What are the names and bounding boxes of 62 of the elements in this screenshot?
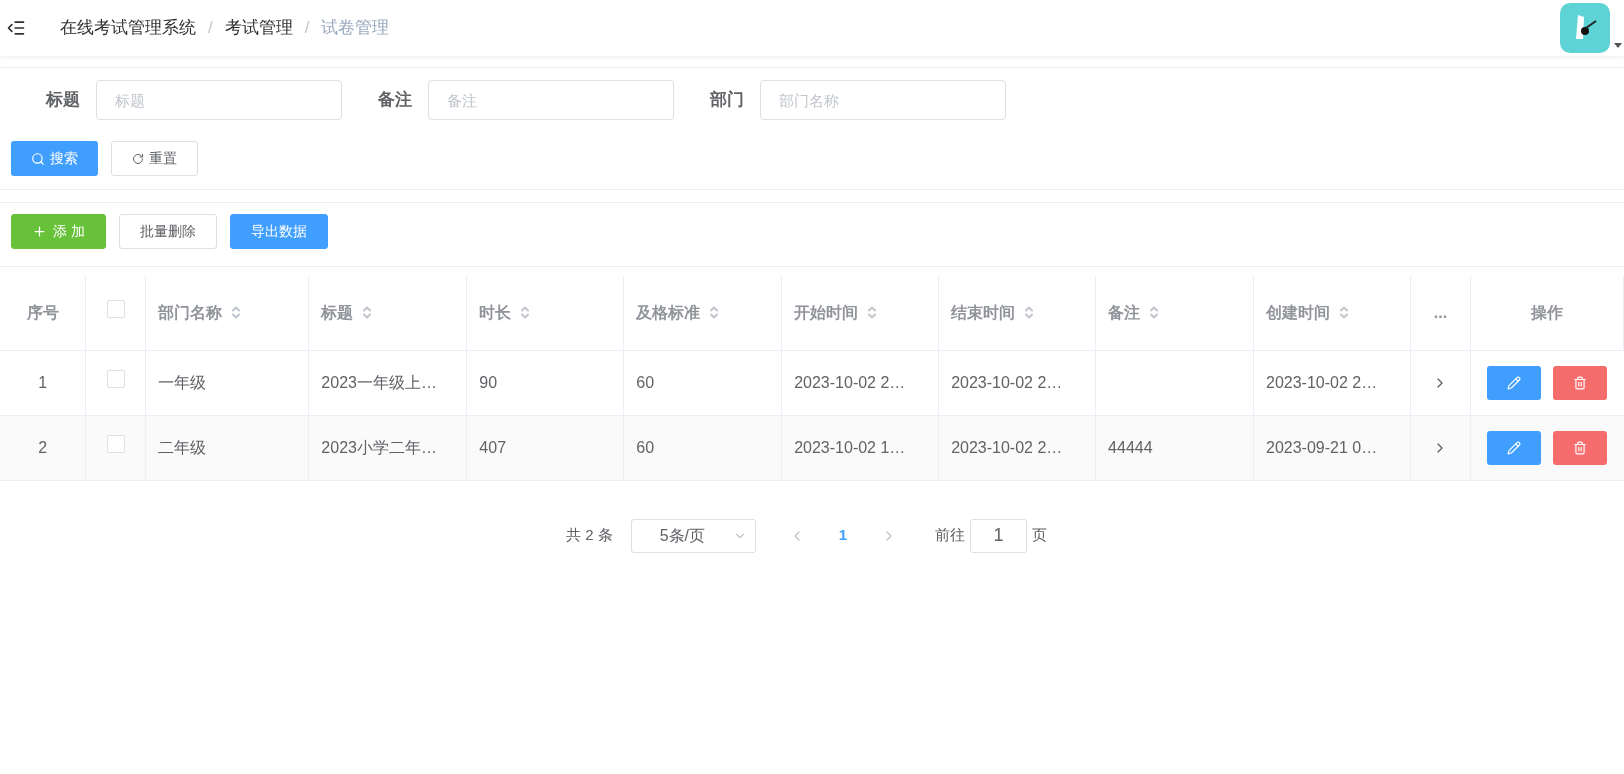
trash-icon: [1573, 375, 1588, 390]
table-cell: 60: [623, 415, 782, 480]
table-cell: 44444: [1095, 415, 1254, 480]
goto-suffix: 页: [1032, 525, 1048, 546]
filter-label: 标题: [46, 89, 81, 112]
column-header: 结束时间: [938, 276, 1096, 350]
table-cell: 2023-10-02 2…: [781, 350, 939, 415]
delete-button[interactable]: [1553, 430, 1608, 465]
table-cell: 二年级: [145, 415, 309, 480]
table-cell: 2: [0, 415, 86, 480]
breadcrumb-item[interactable]: 考试管理: [224, 15, 293, 41]
filter-label: 备注: [378, 89, 413, 112]
refresh-icon: [132, 152, 144, 165]
checkbox[interactable]: [106, 435, 125, 453]
table-cell: 60: [623, 350, 782, 415]
checkbox[interactable]: [106, 370, 125, 388]
filter-label: 部门: [710, 89, 745, 112]
page-size-select[interactable]: 5条/页: [630, 518, 756, 553]
table-cell: 1: [0, 350, 86, 415]
column-header: 部门名称: [145, 276, 309, 350]
breadcrumb-item[interactable]: 在线考试管理系统: [60, 15, 196, 41]
column-header: 标题: [308, 276, 467, 350]
menu-icon[interactable]: [6, 18, 26, 38]
edit-button[interactable]: [1487, 430, 1542, 465]
column-header: ...: [1410, 276, 1471, 350]
checkbox[interactable]: [106, 300, 125, 319]
table-cell: 90: [466, 350, 624, 415]
table-cell: 407: [466, 415, 624, 480]
page-jump-field[interactable]: 1: [970, 518, 1028, 553]
table-cell: 2023-09-21 0…: [1253, 415, 1411, 480]
avatar[interactable]: [1560, 3, 1610, 53]
table-cell: 2023-10-02 2…: [938, 415, 1096, 480]
plus-icon: [32, 224, 47, 239]
table-cell: 2023-10-02 2…: [938, 350, 1096, 415]
search-icon: [31, 151, 45, 166]
total-count: 共 2 条: [566, 525, 613, 546]
delete-button[interactable]: [1553, 365, 1608, 400]
table-cell: 2023-10-02 2…: [1253, 350, 1411, 415]
column-header: 开始时间: [781, 276, 939, 350]
column-header: 备注: [1095, 276, 1254, 350]
edit-button[interactable]: [1487, 365, 1542, 400]
column-header: 操作: [1470, 276, 1624, 350]
column-header: 及格标准: [623, 276, 782, 350]
breadcrumb-separator: /: [304, 17, 310, 40]
filter-field[interactable]: 备注: [428, 80, 674, 120]
column-header: 时长: [466, 276, 624, 350]
table-cell: 一年级: [145, 350, 309, 415]
breadcrumb-separator: /: [208, 17, 213, 40]
column-header: 创建时间: [1253, 276, 1411, 350]
table-cell: 2023-10-02 1…: [781, 415, 939, 480]
filter-field[interactable]: 标题: [96, 80, 342, 120]
table-cell: 2023小学二年…: [308, 415, 467, 480]
reset-button[interactable]: 重置: [111, 141, 198, 176]
toolbar-button[interactable]: 批量删除: [118, 214, 217, 249]
filter-field[interactable]: 部门名称: [760, 80, 1006, 120]
pencil-icon: [1507, 375, 1522, 390]
column-header: 序号: [0, 276, 86, 350]
pencil-icon: [1507, 440, 1522, 455]
goto-label: 前往: [935, 525, 966, 546]
caret-icon[interactable]: [1614, 43, 1622, 49]
table-cell: 2023一年级上…: [308, 350, 467, 415]
trash-icon: [1573, 440, 1588, 455]
